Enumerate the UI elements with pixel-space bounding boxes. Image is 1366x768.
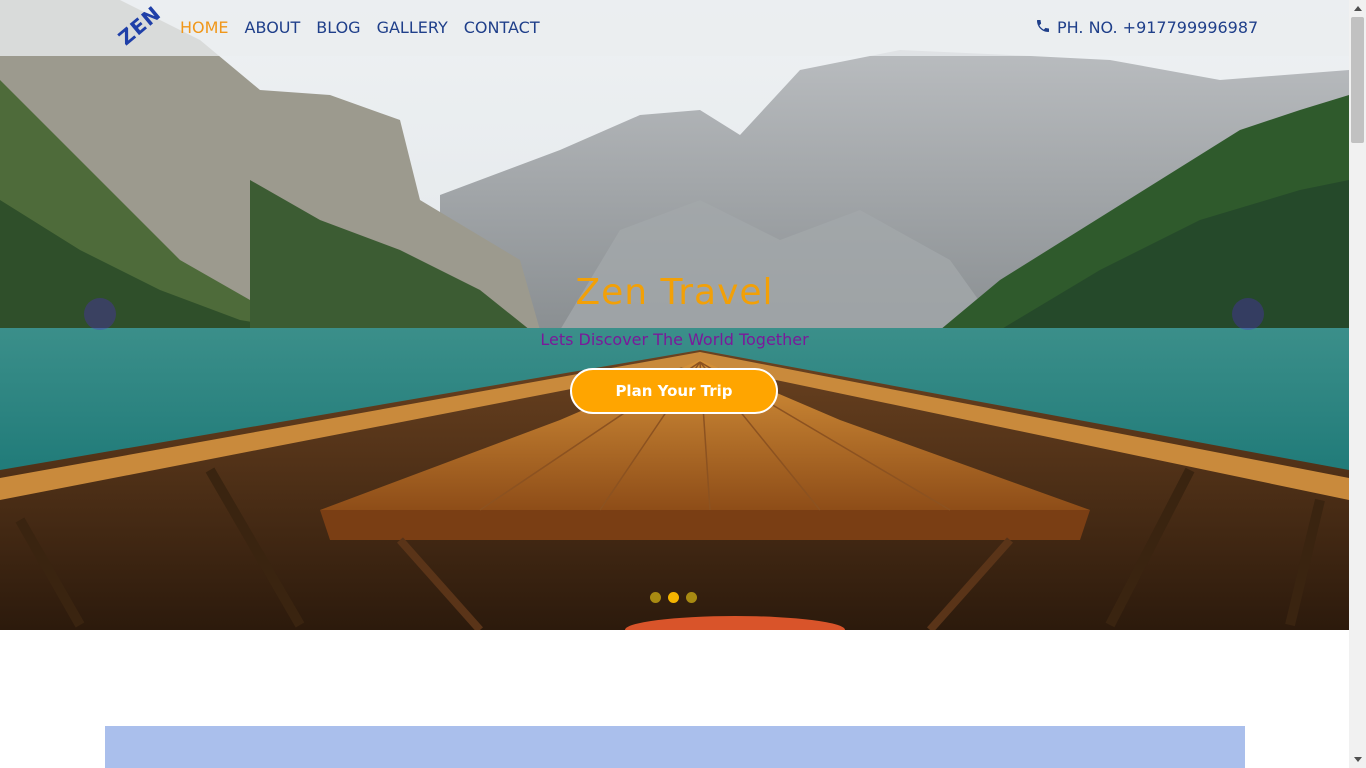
top-navbar: ZEN HOME ABOUT BLOG GALLERY CONTACT PH. … xyxy=(0,0,1349,56)
phone-contact[interactable]: PH. NO. +917799996987 xyxy=(1035,17,1258,39)
slide-indicators xyxy=(650,592,697,603)
main-nav: HOME ABOUT BLOG GALLERY CONTACT xyxy=(180,17,540,39)
phone-number: PH. NO. +917799996987 xyxy=(1057,18,1259,37)
hero-title: Zen Travel xyxy=(575,272,774,313)
hero-banner: ZEN HOME ABOUT BLOG GALLERY CONTACT PH. … xyxy=(0,0,1349,630)
slide-dot-2[interactable] xyxy=(668,592,679,603)
vertical-scrollbar[interactable] xyxy=(1349,0,1366,768)
nav-link-gallery[interactable]: GALLERY xyxy=(377,17,448,39)
nav-link-blog[interactable]: BLOG xyxy=(316,17,360,39)
page: ZEN HOME ABOUT BLOG GALLERY CONTACT PH. … xyxy=(0,0,1349,768)
hero-background-image xyxy=(0,0,1349,630)
nav-link-contact[interactable]: CONTACT xyxy=(464,17,540,39)
phone-icon xyxy=(1035,18,1051,39)
content-section xyxy=(105,726,1245,768)
hero-subtitle: Lets Discover The World Together xyxy=(540,330,809,349)
scroll-thumb[interactable] xyxy=(1351,17,1364,143)
nav-link-home[interactable]: HOME xyxy=(180,17,229,39)
plan-trip-button[interactable]: Plan Your Trip xyxy=(570,368,778,414)
nav-link-about[interactable]: ABOUT xyxy=(245,17,301,39)
scroll-up-button[interactable] xyxy=(1349,0,1366,17)
brand-logo[interactable]: ZEN xyxy=(114,1,167,54)
slide-dot-3[interactable] xyxy=(686,592,697,603)
slide-dot-1[interactable] xyxy=(650,592,661,603)
scroll-down-button[interactable] xyxy=(1349,751,1366,768)
